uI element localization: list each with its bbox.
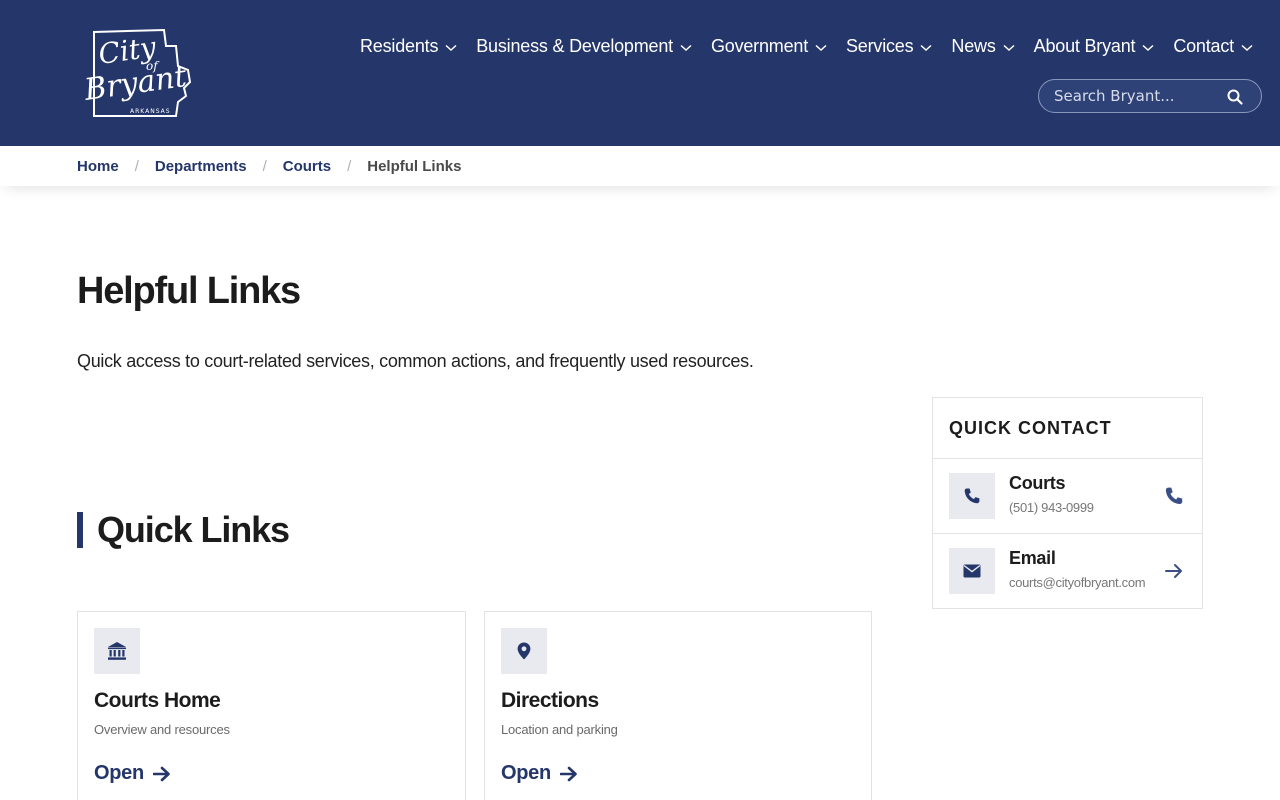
card-icon-box xyxy=(501,628,547,674)
chevron-down-icon xyxy=(1142,44,1154,52)
open-link[interactable]: Open xyxy=(94,762,171,785)
quick-contact-courts-phone[interactable]: Courts (501) 943-0999 xyxy=(933,459,1202,534)
nav-residents[interactable]: Residents xyxy=(360,36,457,57)
open-link-label: Open xyxy=(94,762,144,784)
arrow-right-icon xyxy=(152,766,170,781)
main-nav: Residents Business & Development Governm… xyxy=(360,36,1253,57)
qc-email-address: courts@cityofbryant.com xyxy=(1009,575,1146,590)
nav-label: News xyxy=(951,36,996,56)
site-header: City of Bryant ARKANSAS Residents Busine… xyxy=(0,0,1280,146)
breadcrumb-courts[interactable]: Courts xyxy=(283,158,331,175)
page-title: Helpful Links xyxy=(77,270,301,312)
nav-services[interactable]: Services xyxy=(846,36,932,57)
nav-label: Services xyxy=(846,36,914,56)
envelope-icon xyxy=(963,564,981,578)
breadcrumb-separator: / xyxy=(347,158,352,175)
arrow-right-icon[interactable] xyxy=(1164,561,1184,581)
breadcrumb: Home / Departments / Courts / Helpful Li… xyxy=(77,158,461,175)
svg-text:Bryant: Bryant xyxy=(81,59,189,108)
breadcrumb-home[interactable]: Home xyxy=(77,158,119,175)
nav-label: Contact xyxy=(1173,36,1234,56)
svg-text:ARKANSAS: ARKANSAS xyxy=(130,108,171,115)
quick-contact-title: QUICK CONTACT xyxy=(933,398,1202,459)
breadcrumb-current: Helpful Links xyxy=(367,158,462,175)
card-title: Directions xyxy=(501,689,599,712)
search-icon[interactable] xyxy=(1227,89,1243,105)
chevron-down-icon xyxy=(680,44,692,52)
qc-label: Courts xyxy=(1009,473,1066,493)
chevron-down-icon xyxy=(815,44,827,52)
map-pin-icon xyxy=(517,642,531,660)
arrow-right-icon xyxy=(559,766,577,781)
chevron-down-icon xyxy=(1241,44,1253,52)
card-description: Location and parking xyxy=(501,722,618,737)
phone-icon[interactable] xyxy=(1164,486,1184,506)
card-title: Courts Home xyxy=(94,689,221,712)
nav-news[interactable]: News xyxy=(951,36,1015,57)
breadcrumb-departments[interactable]: Departments xyxy=(155,158,247,175)
nav-label: Business & Development xyxy=(476,36,673,56)
breadcrumb-separator: / xyxy=(134,158,139,175)
bank-icon xyxy=(108,642,126,660)
quick-links-heading: Quick Links xyxy=(77,512,290,548)
qc-phone-number: (501) 943-0999 xyxy=(1009,500,1094,515)
search-box xyxy=(1038,79,1262,113)
page-intro: Quick access to court-related services, … xyxy=(77,351,754,371)
breadcrumb-bar: Home / Departments / Courts / Helpful Li… xyxy=(0,146,1280,186)
nav-contact[interactable]: Contact xyxy=(1173,36,1253,57)
nav-label: Government xyxy=(710,36,808,56)
nav-about-bryant[interactable]: About Bryant xyxy=(1034,36,1155,57)
breadcrumb-separator: / xyxy=(262,158,267,175)
city-logo[interactable]: City of Bryant ARKANSAS xyxy=(80,26,198,120)
quick-link-card-directions: Directions Location and parking Open xyxy=(484,611,872,800)
open-link[interactable]: Open xyxy=(501,762,578,785)
nav-business-development[interactable]: Business & Development xyxy=(476,36,692,57)
quick-link-card-courts-home: Courts Home Overview and resources Open xyxy=(77,611,466,800)
chevron-down-icon xyxy=(1003,44,1015,52)
qc-icon-box xyxy=(949,548,995,594)
search-input[interactable] xyxy=(1054,87,1226,105)
chevron-down-icon xyxy=(445,44,457,52)
chevron-down-icon xyxy=(920,44,932,52)
nav-government[interactable]: Government xyxy=(711,36,827,57)
quick-contact-panel: QUICK CONTACT Courts (501) 943-0999 Emai… xyxy=(932,397,1203,609)
nav-label: About Bryant xyxy=(1033,36,1136,56)
quick-contact-email[interactable]: Email courts@cityofbryant.com xyxy=(933,534,1202,609)
nav-label: Residents xyxy=(360,36,439,56)
qc-label: Email xyxy=(1009,548,1056,568)
card-description: Overview and resources xyxy=(94,722,230,737)
open-link-label: Open xyxy=(501,762,551,784)
phone-icon xyxy=(964,488,980,504)
card-icon-box xyxy=(94,628,140,674)
qc-icon-box xyxy=(949,473,995,519)
